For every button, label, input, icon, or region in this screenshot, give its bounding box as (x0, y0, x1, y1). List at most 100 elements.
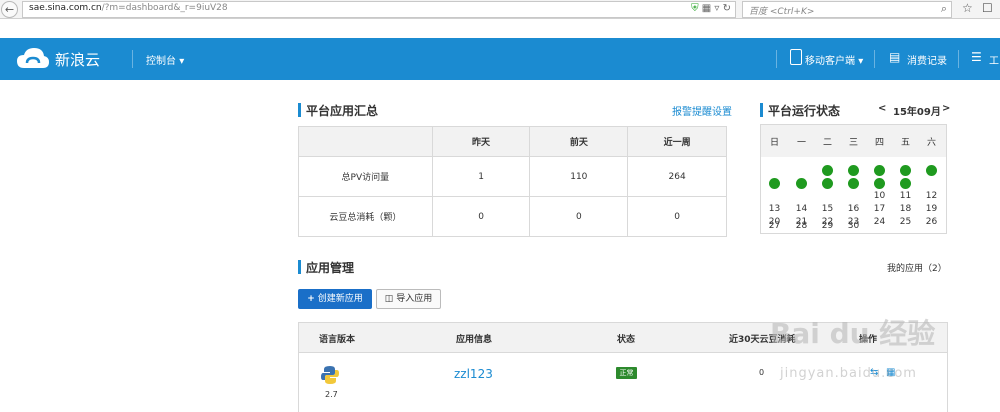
calendar-status-dot (769, 178, 780, 189)
alert-settings-link[interactable]: 报警提醒设置 (672, 103, 732, 118)
qr-icon[interactable]: ▦ (702, 3, 711, 14)
browser-toolbar: ← sae.sina.com.cn/?m=dashboard&_r=9iuV28… (0, 0, 1000, 19)
table-cell: 1 (431, 156, 531, 197)
calendar-day[interactable]: 25 (892, 217, 919, 227)
calendar-day[interactable]: 19 (918, 204, 945, 214)
calendar-day[interactable]: 14 (788, 204, 815, 214)
search-placeholder: 百度 <Ctrl+K> (749, 7, 815, 17)
reload-icon[interactable]: ↻ (723, 3, 731, 14)
column-header: 语言版本 (319, 335, 356, 345)
tools-menu[interactable]: 工 (989, 52, 999, 67)
calendar-day[interactable]: 30 (840, 221, 867, 231)
calendar-day[interactable]: 11 (892, 191, 919, 201)
calendar-day[interactable]: 28 (788, 221, 815, 231)
status-title: 平台运行状态 (760, 102, 840, 119)
import-app-label: 导入应用 (396, 294, 433, 304)
create-app-label: 创建新应用 (317, 294, 363, 304)
status-calendar: 日一二三四五六 10 11 12 13 14 15 16 17 18 19 20 21 22 23 24 25… (760, 124, 947, 234)
chevron-down-icon: ▾ (179, 56, 185, 67)
calendar-status-dot (874, 178, 885, 189)
calendar-weekday: 二 (822, 138, 832, 148)
row-label: 云豆总消耗（颗） (298, 196, 433, 237)
billing-link[interactable]: 消费记录 (907, 52, 947, 67)
calendar-day[interactable]: 27 (761, 221, 788, 231)
calendar-day[interactable]: 13 (761, 204, 788, 214)
calendar-weekday: 五 (900, 138, 910, 148)
address-bar[interactable]: sae.sina.com.cn/?m=dashboard&_r=9iuV28 ⛨… (22, 1, 736, 18)
plus-icon: + (307, 294, 315, 304)
calendar-status-dot (900, 165, 911, 176)
address-bar-icons: ⛨ ▦ ▿ ↻ (691, 3, 731, 14)
header-divider (132, 50, 133, 68)
calendar-status-dot (926, 165, 937, 176)
watermark-url: jingyan.baidu.com (780, 366, 917, 381)
shield-icon[interactable]: ⛨ (691, 3, 699, 14)
header-divider (958, 50, 959, 68)
prev-month-button[interactable]: < (878, 103, 886, 114)
cost-value: 0 (759, 368, 765, 377)
status-badge: 正常 (616, 367, 637, 379)
summary-title: 平台应用汇总 (298, 102, 378, 119)
calendar-status-dot (822, 178, 833, 189)
calendar-weekday: 六 (926, 138, 936, 148)
phone-icon (790, 49, 802, 65)
app-name-link[interactable]: zzl123 (454, 367, 493, 381)
header-divider (776, 50, 777, 68)
console-menu[interactable]: 控制台 ▾ (146, 52, 184, 67)
calendar-day[interactable]: 24 (866, 217, 893, 227)
chevron-down-icon: ▾ (858, 56, 864, 67)
search-icon[interactable]: ⌕ (941, 2, 947, 16)
calendar-day[interactable]: 12 (918, 191, 945, 201)
calendar-status-dot (848, 165, 859, 176)
column-header: 状态 (617, 335, 636, 345)
table-cell: 0 (431, 196, 531, 237)
table-header-row: 昨天 前天 近一周 (298, 126, 727, 157)
calendar-day[interactable]: 18 (892, 204, 919, 214)
url-text: sae.sina.com.cn/?m=dashboard&_r=9iuV28 (29, 3, 228, 13)
calendar-weekday: 一 (796, 138, 806, 148)
dropdown-icon[interactable]: ▿ (714, 3, 719, 14)
cloud-icon[interactable] (16, 46, 50, 70)
calendar-status-dot (874, 165, 885, 176)
calendar-day[interactable]: 26 (918, 217, 945, 227)
calendar-status-dot (900, 178, 911, 189)
calendar-weekday: 三 (848, 138, 858, 148)
receipt-icon: ▤ (889, 50, 901, 64)
current-month: 15年09月 (893, 107, 941, 118)
search-input[interactable]: 百度 <Ctrl+K> ⌕ (742, 1, 952, 18)
my-apps-count[interactable]: 我的应用（2） (887, 261, 947, 274)
create-app-button[interactable]: + 创建新应用 (298, 289, 372, 309)
bookmark-icon[interactable]: ☐ (982, 1, 993, 15)
row-label: 总PV访问量 (298, 156, 433, 197)
python-icon (321, 366, 339, 384)
next-month-button[interactable]: > (942, 103, 950, 114)
table-cell: 264 (627, 156, 727, 197)
language-version: 2.7 (325, 390, 338, 399)
calendar-status-dot (848, 178, 859, 189)
star-icon[interactable]: ☆ (962, 1, 973, 15)
calendar-weekday: 四 (874, 138, 884, 148)
brand-name[interactable]: 新浪云 (55, 49, 100, 70)
import-icon: ◫ (384, 294, 394, 304)
calendar-weekday-row: 日一二三四五六 (761, 125, 946, 157)
back-button[interactable]: ← (1, 1, 18, 18)
calendar-day[interactable]: 29 (814, 221, 841, 231)
mobile-client-menu[interactable]: 移动客户端 ▾ (805, 52, 863, 67)
table-row: 云豆总消耗（颗） 0 0 0 (298, 196, 727, 237)
table-cell: 0 (627, 196, 727, 237)
column-header (298, 126, 433, 157)
calendar-day[interactable]: 17 (866, 204, 893, 214)
apps-title: 应用管理 (298, 259, 354, 276)
column-header: 近一周 (627, 126, 727, 157)
calendar-day[interactable]: 16 (840, 204, 867, 214)
column-header: 应用信息 (456, 335, 493, 345)
calendar-weekday: 日 (769, 138, 779, 148)
header-divider (874, 50, 875, 68)
table-row: 总PV访问量 1 110 264 (298, 156, 727, 197)
summary-table: 昨天 前天 近一周 总PV访问量 1 110 264 云豆总消耗（颗） 0 0 … (298, 126, 727, 237)
calendar-day[interactable]: 15 (814, 204, 841, 214)
import-app-button[interactable]: ◫ 导入应用 (376, 289, 441, 309)
list-icon: ☰ (971, 50, 982, 64)
calendar-day[interactable]: 10 (866, 191, 893, 201)
table-cell: 0 (529, 196, 629, 237)
